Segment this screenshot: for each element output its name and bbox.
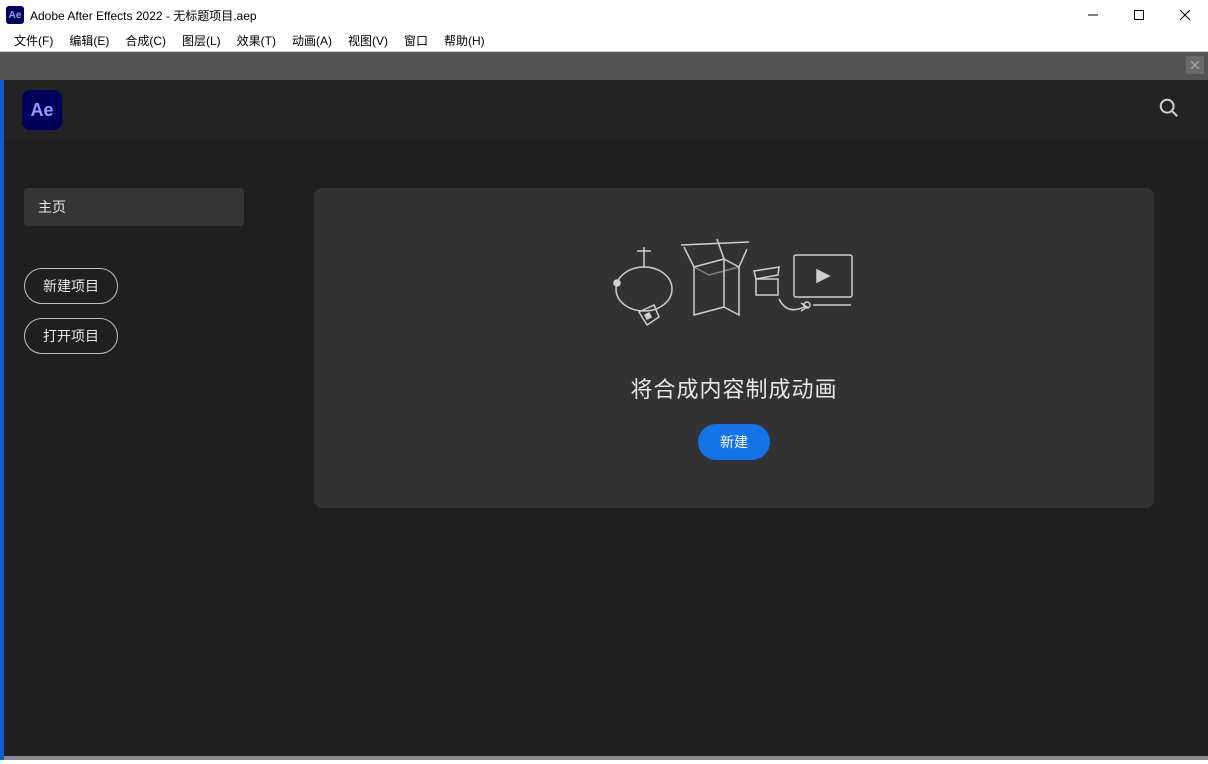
home-header: Ae [4,80,1208,140]
menu-window[interactable]: 窗口 [396,30,436,51]
menu-animation[interactable]: 动画(A) [284,30,340,51]
menu-layer[interactable]: 图层(L) [174,30,229,51]
welcome-card: 将合成内容制成动画 新建 [314,188,1154,508]
new-composition-button[interactable]: 新建 [698,424,770,460]
open-project-button[interactable]: 打开项目 [24,318,118,354]
window-controls [1070,0,1208,30]
new-project-button[interactable]: 新建项目 [24,268,118,304]
window-title: Adobe After Effects 2022 - 无标题项目.aep [30,7,257,24]
menu-effect[interactable]: 效果(T) [229,30,284,51]
app-icon-small: Ae [6,6,24,24]
close-button[interactable] [1162,0,1208,30]
app-icon-large: Ae [22,90,62,130]
main-area: Ae 主页 新建项目 打开项目 [0,80,1208,760]
maximize-button[interactable] [1116,0,1162,30]
app-abbr-small: Ae [9,10,22,21]
menu-file[interactable]: 文件(F) [6,30,61,51]
menu-composition[interactable]: 合成(C) [117,30,174,51]
animation-illustration-icon [609,237,859,342]
statusbar [4,756,1208,760]
card-heading: 将合成内容制成动画 [630,372,837,404]
menu-view[interactable]: 视图(V) [340,30,396,51]
panel-close-button[interactable] [1186,56,1204,74]
sidebar: 主页 新建项目 打开项目 [24,188,244,508]
search-icon[interactable] [1158,97,1180,124]
titlebar: Ae Adobe After Effects 2022 - 无标题项目.aep [0,0,1208,30]
home-content: 主页 新建项目 打开项目 [4,140,1208,508]
home-screen: Ae 主页 新建项目 打开项目 [4,80,1208,760]
home-tab[interactable]: 主页 [24,188,244,226]
menubar: 文件(F) 编辑(E) 合成(C) 图层(L) 效果(T) 动画(A) 视图(V… [0,30,1208,52]
menu-edit[interactable]: 编辑(E) [61,30,117,51]
toolbar-strip [0,52,1208,80]
app-abbr-large: Ae [30,100,53,121]
minimize-button[interactable] [1070,0,1116,30]
menu-help[interactable]: 帮助(H) [436,30,493,51]
titlebar-left: Ae Adobe After Effects 2022 - 无标题项目.aep [6,6,257,24]
